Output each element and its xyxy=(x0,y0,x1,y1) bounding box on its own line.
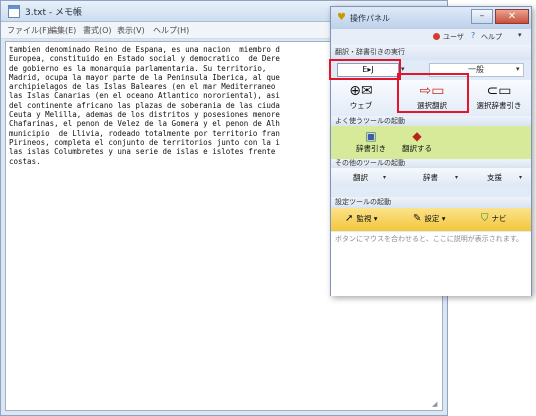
text-line: tambien denominado Reino de Espana, es u… xyxy=(9,45,280,54)
translate-label: 翻訳する xyxy=(402,144,432,153)
section-other-header: その他のツールの起動 xyxy=(331,159,531,168)
text-line: archipielagos de las Islas Baleares (en … xyxy=(9,82,276,92)
navi-icon: ⛉ xyxy=(481,213,489,224)
direction-row: E▸J ▾ 一般 ▾ xyxy=(331,61,531,79)
menu-view[interactable]: 表示(V) xyxy=(117,25,145,36)
user-icon xyxy=(433,33,440,40)
user-link[interactable]: ユーザ xyxy=(443,32,464,42)
settings-label: 設定 xyxy=(424,214,440,223)
text-line: las islas Columbretes y una serie de isl… xyxy=(9,147,276,157)
notepad-title: 3.txt - メモ帳 xyxy=(25,8,82,18)
web-button[interactable]: ⊕✉ ウェブ xyxy=(333,80,389,116)
minimize-button[interactable]: – xyxy=(471,9,493,24)
panel-toolbar: ユーザ ? ヘルプ ▾ xyxy=(331,29,531,45)
dictionary-icon: ▣ xyxy=(365,129,377,143)
other-dictionary-button[interactable]: 辞書 xyxy=(423,172,438,183)
text-line: Ceuta y Melilla, ademas de los distritos… xyxy=(9,110,280,120)
chevron-down-icon[interactable]: ▾ xyxy=(383,174,386,181)
navi-button[interactable]: ⛉ ナビ xyxy=(481,213,507,224)
options-dropdown[interactable]: ▾ xyxy=(518,31,522,39)
translate-button[interactable]: ◆ 翻訳する xyxy=(395,129,439,154)
globe-mail-icon: ⊕✉ xyxy=(349,83,373,99)
dictionary-lookup-button[interactable]: ▣ 辞書引き xyxy=(349,129,393,154)
text-line: Europea, constituido en Estado social y … xyxy=(9,54,280,64)
section-translate-header: 翻訳・辞書引きの実行 xyxy=(331,45,531,60)
chevron-down-icon[interactable]: ▾ xyxy=(401,65,405,73)
panel-app-icon: ♥ xyxy=(337,12,346,23)
help-link[interactable]: ヘルプ xyxy=(481,32,502,42)
navi-label: ナビ xyxy=(491,214,507,223)
direction-select[interactable]: E▸J xyxy=(337,63,399,77)
select-translate-button[interactable]: ⇨▭ 選択翻訳 xyxy=(399,80,465,116)
select-dictionary-icon: ⊂▭ xyxy=(486,83,512,99)
text-line: municipio de Llivia, rodeado totalmente … xyxy=(9,128,280,138)
control-panel-title: 操作パネル xyxy=(350,14,390,23)
section-setup-header: 設定ツールの起動 xyxy=(331,197,531,208)
field-select[interactable]: 一般 xyxy=(429,63,524,77)
resize-grip-icon[interactable]: ◢ xyxy=(432,400,440,408)
chevron-down-icon[interactable]: ▾ xyxy=(455,174,458,181)
select-translate-icon: ⇨▭ xyxy=(419,83,445,99)
chevron-down-icon[interactable]: ▾ xyxy=(519,174,522,181)
help-icon: ? xyxy=(471,31,476,40)
menu-format[interactable]: 書式(O) xyxy=(83,25,112,36)
description-area: ボタンにマウスを合わせると、ここに説明が表示されます。 xyxy=(331,232,531,296)
menu-help[interactable]: ヘルプ(H) xyxy=(153,25,189,36)
other-support-button[interactable]: 支援 xyxy=(487,172,502,183)
text-line: del continente africano las plazas de so… xyxy=(9,100,280,110)
select-dictionary-label: 選択辞書引き xyxy=(476,101,522,110)
text-line: costas. xyxy=(9,156,41,166)
text-line: Pirineos, completa el conjunto de territ… xyxy=(9,137,280,147)
close-button[interactable]: ✕ xyxy=(495,9,529,24)
control-panel-window: ♥ 操作パネル – ✕ ユーザ ? ヘルプ ▾ 翻訳・辞書引きの実行 E▸J ▾… xyxy=(329,6,532,296)
notepad-icon xyxy=(8,5,20,18)
monitor-icon: ➚ xyxy=(345,213,354,224)
menu-file[interactable]: ファイル(F) xyxy=(7,25,50,36)
monitor-label: 監視 xyxy=(356,214,372,223)
text-line: Chafarinas, el penon de Velez de la Gome… xyxy=(9,119,280,129)
text-line: Madrid, ocupa la mayor parte de la Penin… xyxy=(9,72,280,82)
monitor-button[interactable]: ➚ 監視 ▾ xyxy=(345,213,378,224)
dictionary-lookup-label: 辞書引き xyxy=(356,144,386,153)
translate-icon: ◆ xyxy=(412,129,422,143)
web-label: ウェブ xyxy=(349,101,373,110)
control-panel-title-bar[interactable]: ♥ 操作パネル – ✕ xyxy=(331,7,531,29)
main-tools: ⊕✉ ウェブ ⇨▭ 選択翻訳 ⊂▭ 選択辞書引き xyxy=(331,80,531,116)
wrench-icon: ✎ xyxy=(413,213,422,224)
select-dictionary-button[interactable]: ⊂▭ 選択辞書引き xyxy=(467,80,531,116)
other-translate-button[interactable]: 翻訳 xyxy=(353,172,368,183)
settings-button[interactable]: ✎ 設定 ▾ xyxy=(413,213,446,224)
section-favorites-header: よく使うツールの起動 xyxy=(331,116,531,126)
notepad-text: tambien denominado Reino de Espana, es u… xyxy=(9,45,349,166)
chevron-down-icon[interactable]: ▾ xyxy=(516,65,520,73)
select-translate-label: 選択翻訳 xyxy=(417,101,447,110)
text-line: las Islas Canarias (en el oceano Atlanti… xyxy=(9,91,280,101)
text-line: de gobierno es la monarquia parlamentari… xyxy=(9,63,267,73)
menu-edit[interactable]: 編集(E) xyxy=(49,25,76,36)
